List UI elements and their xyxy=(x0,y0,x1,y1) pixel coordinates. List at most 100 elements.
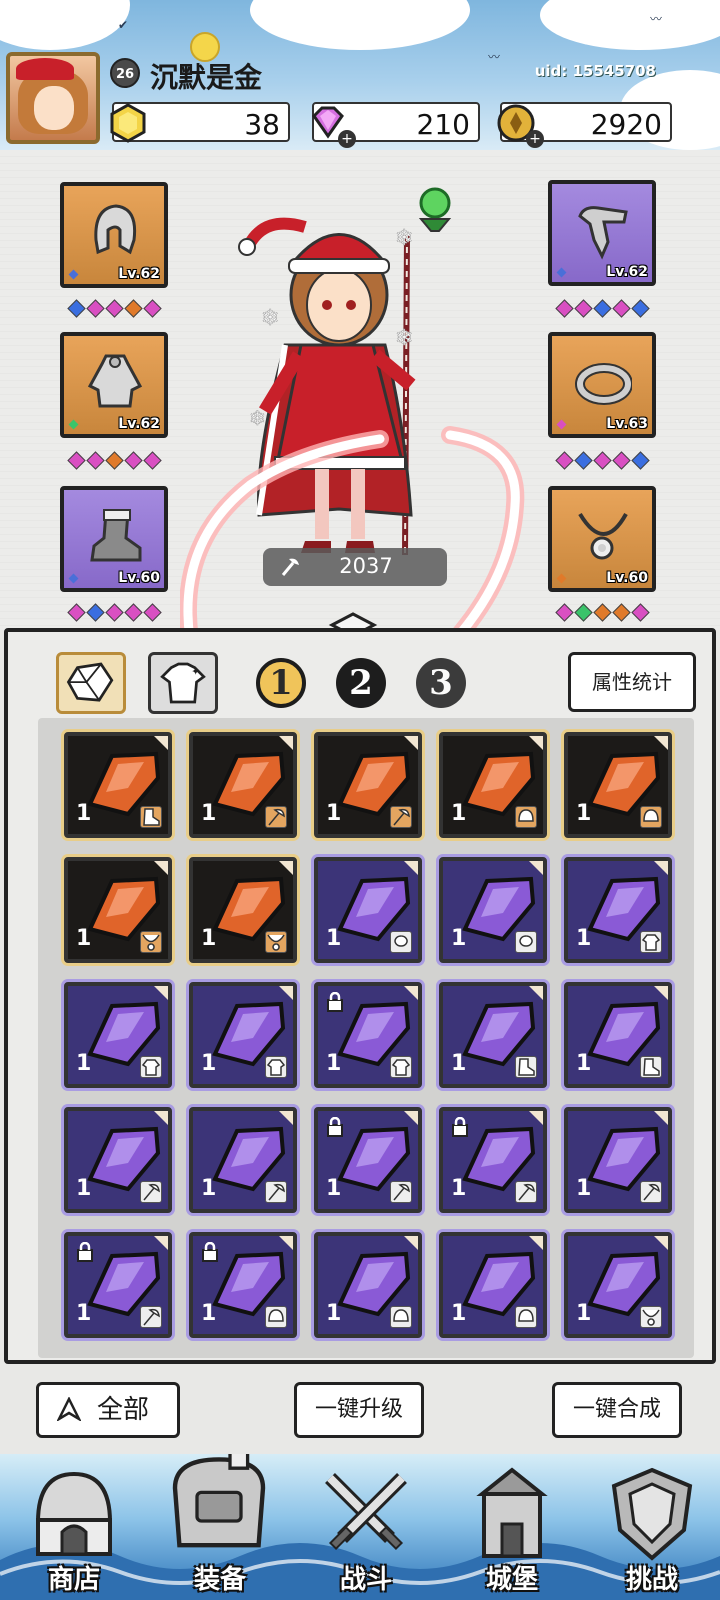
armor-slot-icon xyxy=(390,1056,412,1078)
nav-equipment[interactable]: 装备 xyxy=(150,1454,290,1600)
weapon-slot-icon xyxy=(265,1181,287,1203)
inventory-item[interactable]: 1 xyxy=(564,857,672,963)
inventory-item[interactable]: 1 xyxy=(564,982,672,1088)
gem-socket xyxy=(611,299,631,318)
inventory-item[interactable]: 1 xyxy=(314,857,422,963)
inventory-item[interactable]: 1 xyxy=(439,1232,547,1338)
equip-slot-gauntlet[interactable]: Lv.62 xyxy=(548,180,656,286)
inventory-item[interactable]: 1 xyxy=(189,857,297,963)
inventory-item[interactable]: 1 xyxy=(64,982,172,1088)
weapon-slot-icon xyxy=(390,1181,412,1203)
inventory-item[interactable]: 1 xyxy=(314,1232,422,1338)
gem-socket xyxy=(85,603,105,622)
gem-socket xyxy=(104,451,124,470)
helmet-slot-icon xyxy=(515,806,537,828)
upgrade-all-button[interactable]: 一键升级 xyxy=(294,1382,424,1438)
filter-all-label: 全部 xyxy=(96,1395,149,1425)
lock-icon[interactable] xyxy=(201,1242,219,1262)
equip-slot-boots[interactable]: Lv.60 xyxy=(60,486,168,592)
svg-text:❄: ❄ xyxy=(249,406,266,430)
inventory-item[interactable]: 1 xyxy=(64,1107,172,1213)
inventory-item[interactable]: 1 xyxy=(439,1107,547,1213)
inventory-item[interactable]: 1 xyxy=(564,732,672,838)
tab-page-3[interactable]: 3 xyxy=(416,658,466,708)
weapon-slot-icon xyxy=(140,1181,162,1203)
equip-slot-necklace[interactable]: Lv.60 xyxy=(548,486,656,592)
gold-crystal-amount: 38 xyxy=(244,108,280,141)
boots-slot-icon xyxy=(515,1056,537,1078)
gem-socket xyxy=(142,603,162,622)
shop-icon xyxy=(35,1471,113,1556)
inventory-item[interactable]: 1 xyxy=(314,1107,422,1213)
svg-text:❄: ❄ xyxy=(395,226,413,251)
gem-sockets-necklace xyxy=(546,603,658,622)
inventory-item[interactable]: 1 xyxy=(564,1107,672,1213)
lock-icon[interactable] xyxy=(326,992,344,1012)
tab-gems[interactable] xyxy=(56,652,126,714)
helmet-icon xyxy=(94,204,137,255)
lock-icon[interactable] xyxy=(326,1117,344,1137)
inventory-item[interactable]: 1 xyxy=(314,982,422,1088)
attribute-stats-button[interactable]: 属性统计 xyxy=(568,652,696,712)
inventory-item[interactable]: 1 xyxy=(439,982,547,1088)
player-avatar[interactable] xyxy=(6,52,100,144)
lock-icon[interactable] xyxy=(451,1117,469,1137)
equip-slot-ring[interactable]: Lv.63 xyxy=(548,332,656,438)
inventory-item[interactable]: 1 xyxy=(314,732,422,838)
equip-level: Lv.62 xyxy=(606,264,648,280)
nav-challenge-label: 挑战 xyxy=(625,1565,678,1595)
gem-socket xyxy=(142,451,162,470)
currency-diamond[interactable]: + 210 xyxy=(312,102,480,148)
gem-sockets-boots xyxy=(58,603,170,622)
item-quantity: 1 xyxy=(76,926,92,951)
tab-page-2[interactable]: 2 xyxy=(336,658,386,708)
add-coin-icon[interactable]: + xyxy=(526,130,544,148)
ring-slot-icon xyxy=(515,931,537,953)
inventory-item[interactable]: 1 xyxy=(439,857,547,963)
inventory-item[interactable]: 1 xyxy=(439,732,547,838)
equip-level: Lv.60 xyxy=(118,570,160,586)
gem-socket xyxy=(554,603,574,622)
inventory-item[interactable]: 1 xyxy=(64,1232,172,1338)
inventory-item[interactable]: 1 xyxy=(189,982,297,1088)
inventory-tab-bar: ✦ 1 2 3 属性统计 xyxy=(24,648,698,718)
tab-page-1[interactable]: 1 xyxy=(256,658,306,708)
crossed-swords-icon xyxy=(325,1473,407,1551)
equip-slot-armor[interactable]: Lv.62 xyxy=(60,332,168,438)
inventory-item[interactable]: 1 xyxy=(189,1107,297,1213)
inventory-item[interactable]: 1 xyxy=(64,857,172,963)
inventory-item[interactable]: 1 xyxy=(189,1232,297,1338)
rarity-marker xyxy=(556,573,567,584)
item-quantity: 1 xyxy=(201,801,217,826)
equip-level: Lv.62 xyxy=(118,266,160,282)
nav-castle[interactable]: 城堡 xyxy=(442,1454,582,1600)
equip-slot-helmet[interactable]: Lv.62 xyxy=(60,182,168,288)
equip-level: Lv.60 xyxy=(606,570,648,586)
inventory-item[interactable]: 1 xyxy=(64,732,172,838)
synthesize-all-button[interactable]: 一键合成 xyxy=(552,1382,682,1438)
svg-text:✦: ✦ xyxy=(191,665,200,678)
lock-icon[interactable] xyxy=(76,1242,94,1262)
boots-icon xyxy=(90,509,142,562)
filter-all-button[interactable]: 全部 xyxy=(36,1382,180,1438)
top-header: ✔ 〰 〰 26 沉默是金 uid: 15545708 38 + 210 + 2… xyxy=(0,0,720,150)
gem-socket xyxy=(66,603,86,622)
nav-challenge[interactable]: 挑战 xyxy=(582,1454,720,1600)
tab-outfit[interactable]: ✦ xyxy=(148,652,218,714)
boots-slot-icon xyxy=(640,1056,662,1078)
weapon-slot-icon xyxy=(265,806,287,828)
inventory-grid: 1 1 1 1 1 1 1 1 1 1 1 1 1 1 1 1 1 1 1 1 1 1 1 1 1 xyxy=(38,718,694,1358)
rarity-marker xyxy=(68,419,79,430)
add-diamond-icon[interactable]: + xyxy=(338,130,356,148)
currency-gold-crystal[interactable]: 38 xyxy=(110,102,290,143)
inventory-item[interactable]: 1 xyxy=(564,1232,672,1338)
nav-battle[interactable]: 战斗 xyxy=(296,1454,436,1600)
gem-socket xyxy=(573,603,593,622)
inventory-item[interactable]: 1 xyxy=(189,732,297,838)
nav-shop[interactable]: 商店 xyxy=(4,1454,144,1600)
hero-character[interactable]: ❄ ❄ ❄ ❄ xyxy=(235,175,455,565)
currency-coin[interactable]: + 2920 xyxy=(497,102,672,148)
coin-amount: 2920 xyxy=(590,108,662,141)
bird-icon: 〰 xyxy=(488,50,501,64)
gem-socket xyxy=(630,451,650,470)
